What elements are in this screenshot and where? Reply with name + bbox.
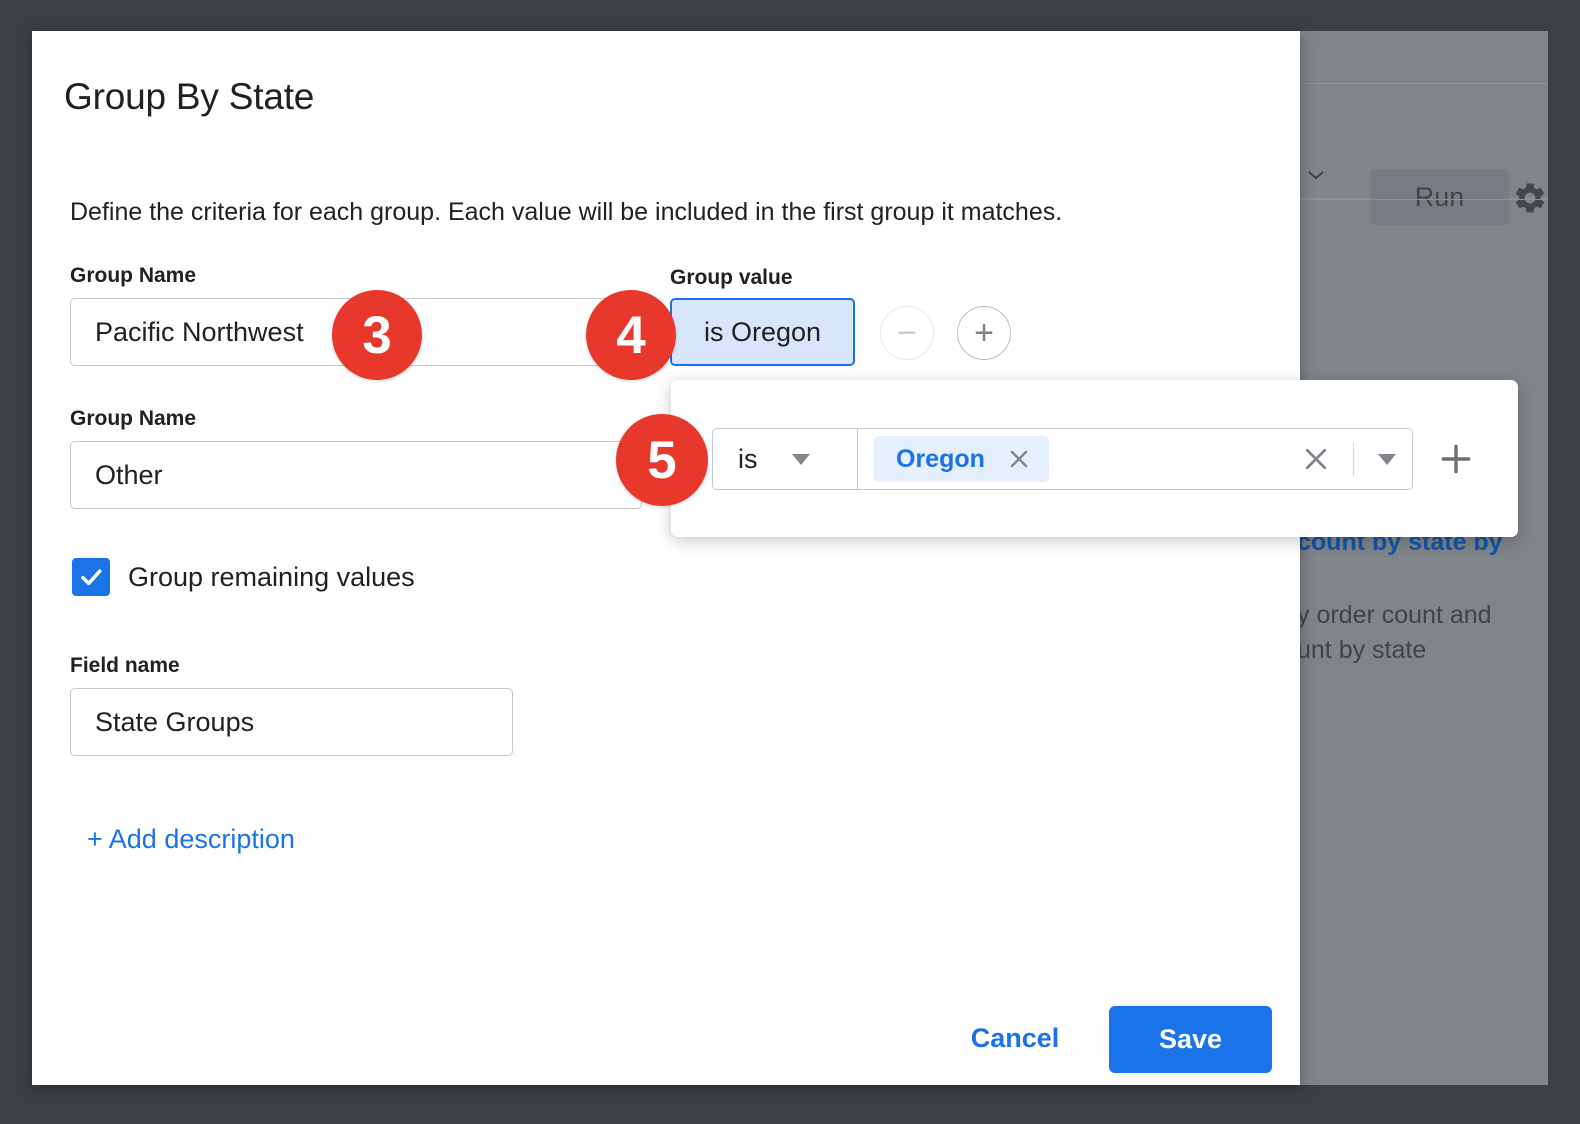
- step-badge-3: 3: [332, 290, 422, 380]
- group-by-state-dialog: Group By State Define the criteria for e…: [32, 31, 1300, 1085]
- group-value-label: Group value: [670, 266, 793, 290]
- step-badge-5: 5: [616, 414, 708, 506]
- group-value-chip[interactable]: is Oregon: [670, 298, 855, 366]
- background-body-line-2: unt by state: [1297, 636, 1426, 665]
- plus-icon[interactable]: [1437, 440, 1475, 478]
- chevron-down-icon: [792, 454, 810, 465]
- cancel-button[interactable]: Cancel: [937, 1006, 1093, 1070]
- minus-glyph: −: [897, 316, 917, 350]
- save-button[interactable]: Save: [1109, 1006, 1272, 1073]
- filter-value-token[interactable]: Oregon: [874, 436, 1049, 482]
- page-title: Group By State: [64, 76, 314, 118]
- filter-value-actions: [1301, 442, 1412, 476]
- group-remaining-values-label: Group remaining values: [128, 562, 415, 593]
- background-dropdown-chevron-down-icon: [1308, 170, 1324, 180]
- close-icon[interactable]: [1007, 447, 1031, 471]
- dialog-description: Define the criteria for each group. Each…: [70, 198, 1062, 227]
- filter-popover: is Oregon: [671, 380, 1518, 537]
- add-description-link[interactable]: + Add description: [87, 824, 295, 855]
- background-body-line-1: y order count and: [1297, 601, 1492, 630]
- field-name-input[interactable]: [70, 688, 513, 756]
- group-name-label-2: Group Name: [70, 407, 196, 431]
- divider: [1353, 442, 1354, 476]
- close-icon[interactable]: [1301, 444, 1331, 474]
- filter-operator-value: is: [738, 444, 758, 475]
- group-remaining-values-row[interactable]: Group remaining values: [72, 558, 415, 596]
- group-name-label-1: Group Name: [70, 264, 196, 288]
- check-icon: [77, 563, 105, 591]
- field-name-label: Field name: [70, 654, 180, 678]
- filter-value-field[interactable]: Oregon: [857, 428, 1413, 490]
- minus-circle-icon[interactable]: −: [880, 306, 934, 360]
- plus-circle-icon[interactable]: +: [957, 306, 1011, 360]
- group-name-input-2[interactable]: [70, 441, 642, 509]
- step-badge-4: 4: [586, 290, 676, 380]
- chevron-down-icon[interactable]: [1378, 454, 1396, 465]
- filter-value-token-label: Oregon: [896, 445, 985, 474]
- filter-operator-select[interactable]: is: [712, 428, 857, 490]
- plus-glyph: +: [974, 316, 994, 350]
- group-remaining-values-checkbox[interactable]: [72, 558, 110, 596]
